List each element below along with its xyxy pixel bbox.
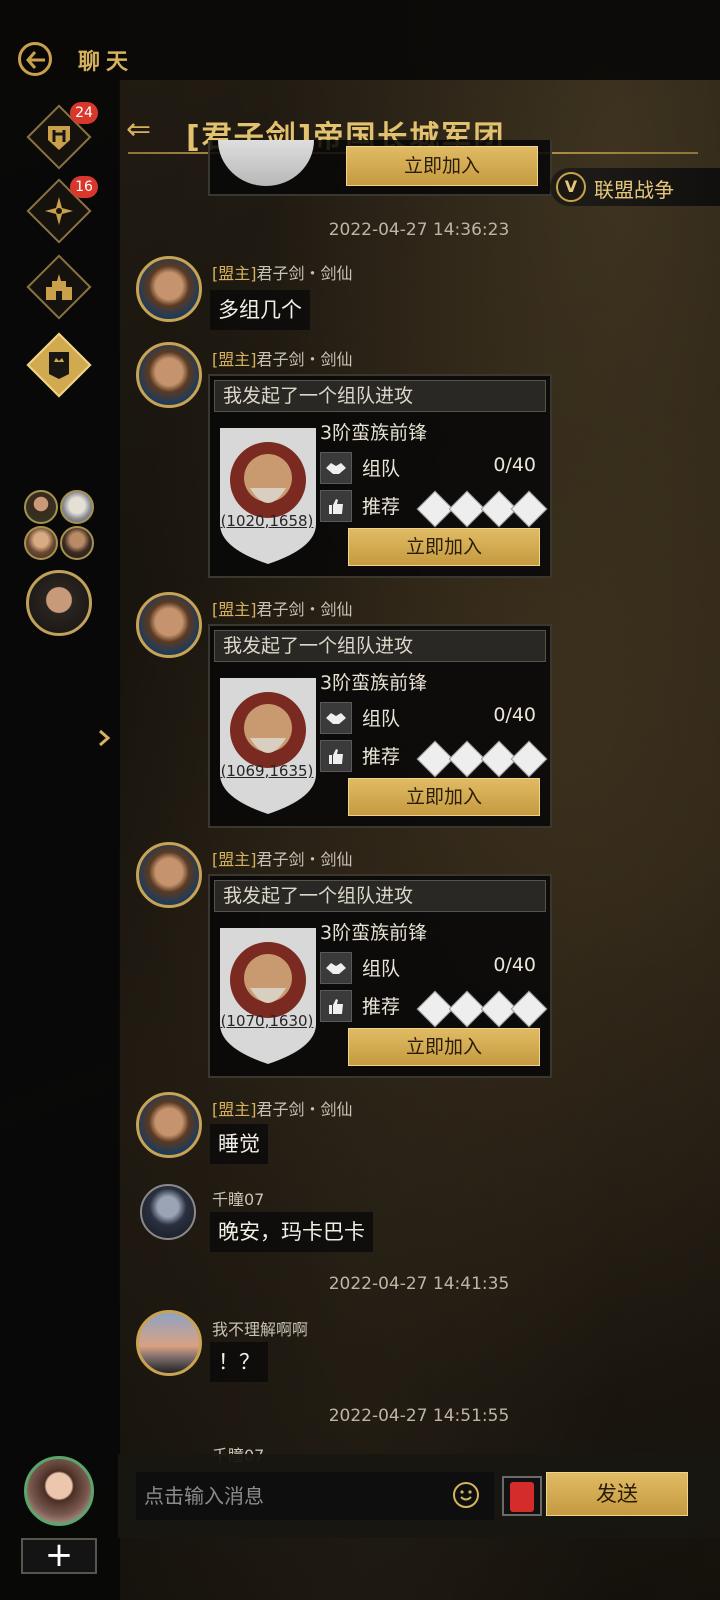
- join-button[interactable]: 立即加入: [346, 146, 538, 186]
- sidebar-item-world[interactable]: 16: [26, 176, 98, 244]
- red-envelope-icon[interactable]: [502, 1476, 542, 1516]
- sender-name: 我不理解啊啊: [212, 1320, 309, 1339]
- team-count: 0/40: [493, 704, 536, 726]
- role-tag: [盟主]: [212, 600, 257, 619]
- sender-name: [盟主]君子剑・剑仙: [212, 346, 353, 370]
- avatar[interactable]: [136, 592, 202, 658]
- message-bubble[interactable]: 睡觉: [210, 1124, 268, 1164]
- card-header: 我发起了一个组队进攻: [214, 380, 546, 412]
- avatar[interactable]: [26, 570, 92, 636]
- barbarian-shield-image: [220, 428, 316, 564]
- team-attack-card[interactable]: 我发起了一个组队进攻 (1070,1630) 3阶蛮族前锋 组队 0/40 推荐…: [208, 874, 552, 1078]
- role-tag: [盟主]: [212, 850, 257, 869]
- barbarian-shield-image: [220, 928, 316, 1064]
- avatar[interactable]: [24, 1456, 94, 1526]
- alliance-war-label: 联盟战争: [594, 178, 674, 202]
- message-bubble[interactable]: ！？: [210, 1342, 268, 1382]
- avatar[interactable]: [136, 842, 202, 908]
- coordinates-link[interactable]: (1070,1630): [218, 1012, 316, 1030]
- card-header: 我发起了一个组队进攻: [214, 880, 546, 912]
- recommend-label: 推荐: [362, 996, 401, 1018]
- group-avatar-cluster[interactable]: [24, 490, 96, 562]
- collapse-arrow-icon[interactable]: ⇐: [126, 112, 151, 147]
- handshake-icon: [320, 952, 352, 984]
- join-button[interactable]: 立即加入: [348, 528, 540, 566]
- chevron-right-icon[interactable]: [94, 728, 114, 748]
- cavalry-icon: [510, 740, 548, 778]
- sidebar: 24 16 +: [0, 80, 118, 1600]
- barbarian-shield-image: [220, 678, 316, 814]
- avatar[interactable]: [136, 1310, 202, 1376]
- emoji-icon[interactable]: [453, 1482, 479, 1508]
- avatar[interactable]: [136, 1092, 202, 1158]
- message-bubble[interactable]: 晚安，玛卡巴卡: [210, 1212, 373, 1252]
- handshake-icon: [320, 702, 352, 734]
- role-tag: [盟主]: [212, 264, 257, 283]
- thumbs-up-icon: [320, 490, 352, 522]
- team-label: 组队: [362, 958, 401, 980]
- target-name: 3阶蛮族前锋: [320, 672, 428, 694]
- target-name: 3阶蛮族前锋: [320, 422, 428, 444]
- alliance-war-button[interactable]: V 联盟战争: [550, 168, 720, 206]
- cavalry-icon: [510, 990, 548, 1028]
- thumbs-up-icon: [320, 990, 352, 1022]
- join-button[interactable]: 立即加入: [348, 1028, 540, 1066]
- team-label: 组队: [362, 708, 401, 730]
- team-label: 组队: [362, 458, 401, 480]
- avatar: [60, 526, 94, 560]
- sidebar-item-alliance[interactable]: 24: [26, 102, 98, 170]
- card-header: 我发起了一个组队进攻: [214, 630, 546, 662]
- timestamp: 2022-04-27 14:41:35: [328, 1274, 510, 1294]
- sender-nickname: 君子剑・剑仙: [256, 600, 353, 619]
- team-attack-card[interactable]: 我发起了一个组队进攻 (1069,1635) 3阶蛮族前锋 组队 0/40 推荐…: [208, 624, 552, 828]
- page-title: 聊天: [78, 50, 135, 75]
- target-name: 3阶蛮族前锋: [320, 922, 428, 944]
- unread-badge: 24: [70, 102, 98, 124]
- add-chat-button[interactable]: +: [21, 1538, 97, 1574]
- team-count: 0/40: [493, 954, 536, 976]
- sender-nickname: 君子剑・剑仙: [256, 350, 353, 369]
- sender-nickname: 君子剑・剑仙: [256, 264, 353, 283]
- top-bar: 聊天: [0, 0, 720, 80]
- avatar: [24, 526, 58, 560]
- banner-icon: [28, 334, 90, 396]
- unread-badge: 16: [70, 176, 98, 198]
- coordinates-link[interactable]: (1069,1635): [218, 762, 316, 780]
- sender-name: [盟主]君子剑・剑仙: [212, 596, 353, 620]
- handshake-icon: [320, 452, 352, 484]
- sidebar-item-kingdom[interactable]: [26, 254, 92, 320]
- cavalry-icon: [510, 490, 548, 528]
- send-button[interactable]: 发送: [546, 1472, 688, 1516]
- sender-name: [盟主]君子剑・剑仙: [212, 260, 353, 284]
- castle-icon: [28, 256, 90, 318]
- avatar: [24, 490, 58, 524]
- message-input-bar: 发送: [118, 1454, 720, 1538]
- recommend-label: 推荐: [362, 496, 401, 518]
- timestamp: 2022-04-27 14:36:23: [328, 220, 510, 240]
- coordinates-link[interactable]: (1020,1658): [218, 512, 316, 530]
- sidebar-item-legion[interactable]: [26, 332, 92, 398]
- team-attack-card[interactable]: 我发起了一个组队进攻 (1020,1658) 3阶蛮族前锋 组队 0/40 推荐…: [208, 374, 552, 578]
- avatar[interactable]: [140, 1184, 196, 1240]
- role-tag: [盟主]: [212, 350, 257, 369]
- avatar[interactable]: [136, 342, 202, 408]
- back-arrow-icon[interactable]: [18, 42, 52, 76]
- avatar[interactable]: [136, 256, 202, 322]
- sender-name: [盟主]君子剑・剑仙: [212, 846, 353, 870]
- sender-nickname: 君子剑・剑仙: [256, 850, 353, 869]
- timestamp: 2022-04-27 14:51:55: [328, 1406, 510, 1426]
- thumbs-up-icon: [320, 740, 352, 772]
- join-button[interactable]: 立即加入: [348, 778, 540, 816]
- message-input[interactable]: [136, 1472, 494, 1520]
- role-tag: [盟主]: [212, 1100, 257, 1119]
- sender-name: 千瞳07: [212, 1190, 265, 1209]
- recommend-label: 推荐: [362, 746, 401, 768]
- avatar: [60, 490, 94, 524]
- sender-nickname: 君子剑・剑仙: [256, 1100, 353, 1119]
- crossed-swords-icon: V: [556, 172, 586, 202]
- team-count: 0/40: [493, 454, 536, 476]
- message-bubble[interactable]: 多组几个: [210, 290, 310, 330]
- sender-name: [盟主]君子剑・剑仙: [212, 1096, 353, 1120]
